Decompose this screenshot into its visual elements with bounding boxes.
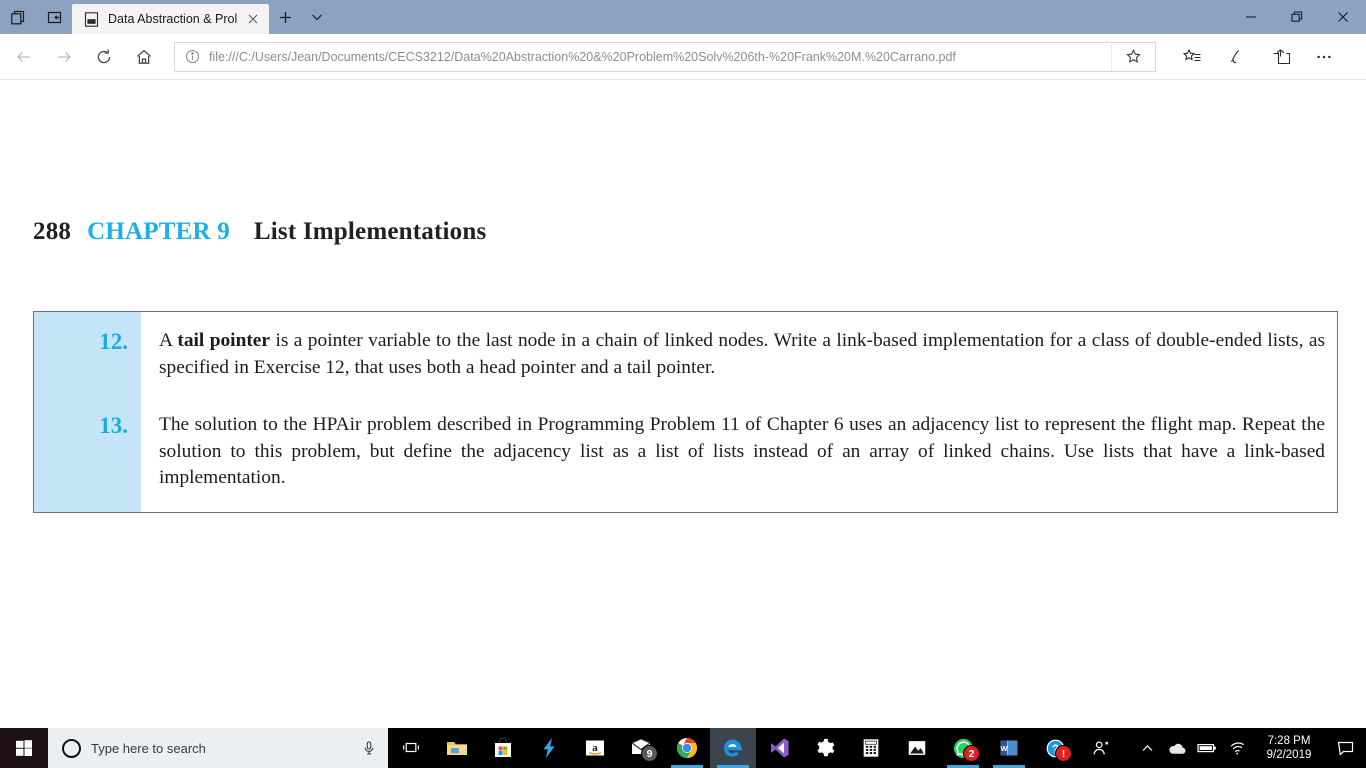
window-controls	[1228, 0, 1366, 34]
settings-gear-icon[interactable]	[802, 728, 848, 768]
forward-arrow-icon[interactable]	[44, 39, 84, 75]
home-icon[interactable]	[124, 39, 164, 75]
microsoft-store-icon[interactable]	[480, 728, 526, 768]
lightning-bolt-app-icon[interactable]	[526, 728, 572, 768]
star-outline-icon[interactable]	[1111, 42, 1155, 71]
svg-text:W: W	[1001, 744, 1008, 753]
exercise-text-area: A tail pointer is a pointer variable to …	[141, 312, 1337, 512]
exercise-paragraph: The solution to the HPAir problem descri…	[159, 412, 1325, 492]
back-arrow-icon[interactable]	[4, 39, 44, 75]
exercise-text-lead: A	[159, 330, 178, 351]
browser-tab[interactable]: PDF Data Abstraction & Prol	[72, 4, 270, 34]
google-chrome-icon[interactable]	[664, 728, 710, 768]
svg-text:PDF: PDF	[88, 20, 96, 24]
minimize-icon[interactable]	[1228, 0, 1274, 34]
visual-studio-icon[interactable]	[756, 728, 802, 768]
svg-text:a: a	[592, 742, 598, 754]
clock-time: 7:28 PM	[1267, 735, 1311, 747]
notes-pen-icon[interactable]	[1214, 39, 1258, 75]
whatsapp-badge-count: 2	[963, 745, 980, 762]
exercise-text-rest: is a pointer variable to the last node i…	[159, 330, 1325, 378]
tab-title: Data Abstraction & Prol	[108, 12, 238, 26]
mail-badge-count: 9	[641, 745, 658, 762]
chapter-title: List Implementations	[253, 218, 487, 245]
exercise-number-rail: 12. 13.	[34, 312, 141, 512]
search-input[interactable]: Type here to search	[48, 728, 388, 768]
task-view-icon[interactable]	[388, 728, 434, 768]
exercise-number: 13.	[99, 413, 128, 438]
calculator-icon[interactable]	[848, 728, 894, 768]
chapter-label: CHAPTER 9	[87, 218, 230, 245]
mail-icon[interactable]: 9	[618, 728, 664, 768]
people-contacts-icon[interactable]	[1078, 728, 1124, 768]
tab-preview-icon[interactable]	[0, 0, 36, 34]
onedrive-cloud-icon[interactable]	[1162, 728, 1192, 768]
exercise-paragraph: A tail pointer is a pointer variable to …	[159, 328, 1325, 381]
chevron-down-icon[interactable]	[301, 0, 333, 34]
exercise-block: 12. 13. A tail pointer is a pointer vari…	[33, 311, 1338, 513]
clock[interactable]: 7:28 PM 9/2/2019	[1252, 734, 1326, 762]
file-explorer-icon[interactable]	[434, 728, 480, 768]
microphone-icon[interactable]	[358, 740, 380, 756]
browser-title-bar: PDF Data Abstraction & Prol	[0, 0, 1366, 34]
more-options-icon[interactable]	[1302, 39, 1346, 75]
taskbar-pinned-apps: a 9 2 W !	[434, 728, 1124, 768]
microsoft-edge-icon[interactable]	[710, 728, 756, 768]
pdf-file-icon: PDF	[83, 11, 100, 28]
microsoft-word-icon[interactable]: W	[986, 728, 1032, 768]
whatsapp-icon[interactable]: 2	[940, 728, 986, 768]
help-error-badge: !	[1055, 745, 1072, 762]
cortana-circle-icon	[62, 738, 81, 758]
page-number: 288	[33, 218, 72, 245]
new-tab-button[interactable]	[269, 0, 301, 34]
search-placeholder: Type here to search	[91, 740, 206, 756]
clock-date: 9/2/2019	[1266, 749, 1312, 761]
page-title: 288 CHAPTER 9 List Implementations	[33, 218, 486, 246]
windows-start-icon[interactable]	[0, 728, 48, 768]
info-circle-icon[interactable]	[175, 49, 209, 64]
exercise-number: 12.	[99, 329, 128, 354]
amazon-icon[interactable]: a	[572, 728, 618, 768]
action-center-icon[interactable]	[1326, 728, 1364, 768]
set-tabs-aside-icon[interactable]	[36, 0, 72, 34]
system-tray: 7:28 PM 9/2/2019	[1132, 728, 1366, 768]
browser-navigation-bar: file:///C:/Users/Jean/Documents/CECS3212…	[0, 34, 1366, 80]
help-icon[interactable]: ? !	[1032, 728, 1078, 768]
photos-icon[interactable]	[894, 728, 940, 768]
exercise-bold-term: tail pointer	[177, 330, 271, 351]
share-icon[interactable]	[1258, 39, 1302, 75]
address-url-text[interactable]: file:///C:/Users/Jean/Documents/CECS3212…	[209, 50, 1111, 64]
tab-strip: PDF Data Abstraction & Prol	[72, 0, 333, 34]
restore-icon[interactable]	[1274, 0, 1320, 34]
close-icon[interactable]	[245, 11, 261, 27]
refresh-icon[interactable]	[84, 39, 124, 75]
wifi-icon[interactable]	[1222, 728, 1252, 768]
chevron-up-icon[interactable]	[1132, 728, 1162, 768]
favorites-reading-list-icon[interactable]	[1170, 39, 1214, 75]
battery-icon[interactable]	[1192, 728, 1222, 768]
pdf-page-content: 288 CHAPTER 9 List Implementations 12. 13.…	[0, 80, 1366, 728]
exercise-text-lead: The solution to the HPAir problem descri…	[159, 414, 1325, 488]
windows-taskbar: Type here to search a 9 2 W ! 7:28 PM 9/…	[0, 728, 1366, 768]
close-icon[interactable]	[1320, 0, 1366, 34]
address-bar[interactable]: file:///C:/Users/Jean/Documents/CECS3212…	[174, 41, 1156, 72]
